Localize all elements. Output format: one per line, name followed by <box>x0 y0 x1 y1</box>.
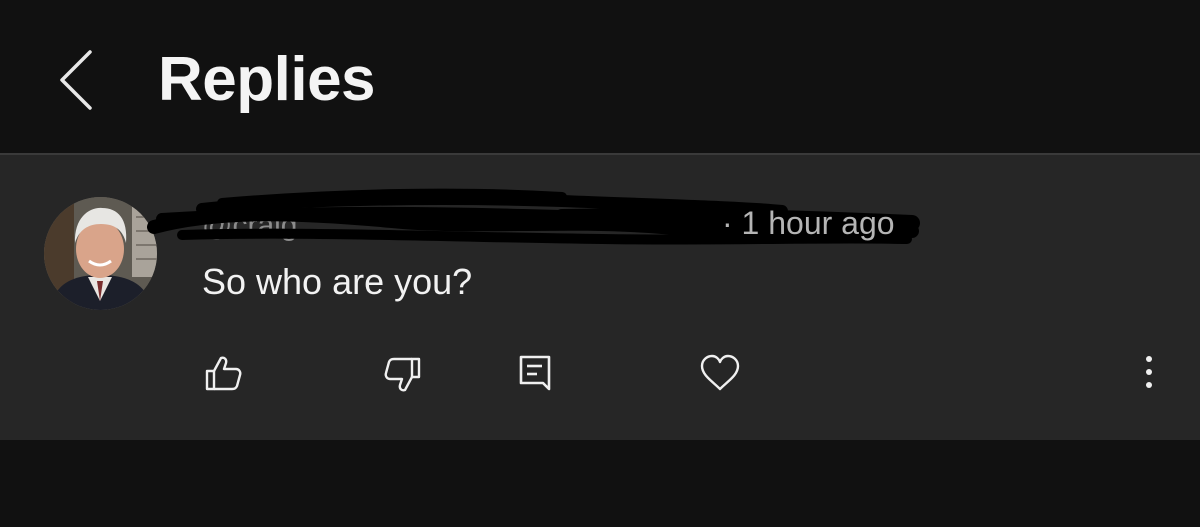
page-title: Replies <box>158 45 376 114</box>
more-options-button[interactable] <box>1138 353 1160 397</box>
comment-icon <box>519 355 551 391</box>
thumbs-down-icon <box>384 357 421 392</box>
avatar[interactable] <box>44 197 157 310</box>
comment-actions <box>0 353 1200 397</box>
comment-text: So who are you? <box>202 261 473 302</box>
heart-icon <box>700 354 740 391</box>
like-button[interactable] <box>203 353 243 397</box>
avatar-photo <box>44 197 157 310</box>
thumbs-up-icon <box>205 356 242 391</box>
comment-meta: @craig · 1 hour ago <box>147 188 920 245</box>
comment-card: @craig · 1 hour ago So who are you? <box>0 155 1200 440</box>
chevron-left-icon <box>60 50 92 110</box>
meta-separator: · <box>722 205 733 241</box>
heart-button[interactable] <box>699 353 741 397</box>
header-bar: Replies <box>0 0 1200 153</box>
comment-timestamp: · 1 hour ago <box>722 205 895 242</box>
back-button[interactable] <box>52 44 104 116</box>
reply-button[interactable] <box>518 353 554 397</box>
more-vertical-icon <box>1146 356 1152 388</box>
timestamp-text: 1 hour ago <box>741 205 895 241</box>
dislike-button[interactable] <box>383 353 423 397</box>
